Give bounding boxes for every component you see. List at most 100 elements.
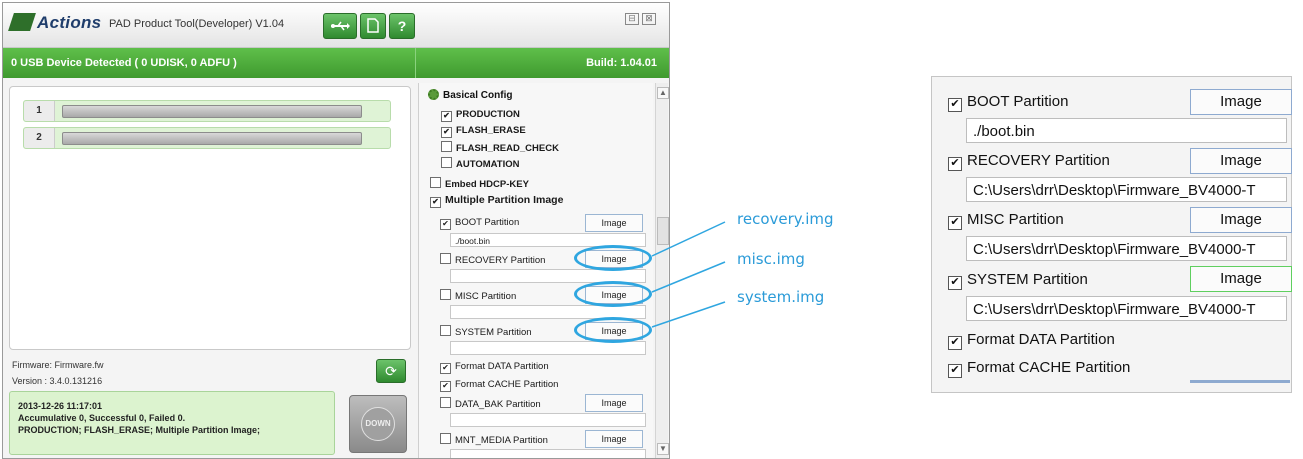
highlight-ring-recovery [574,245,652,271]
checkbox-icon: ✔ [948,364,962,378]
checkbox-icon: ✔ [440,219,451,230]
flash-read-check-checkbox[interactable]: FLASH_READ_CHECK [441,141,559,154]
mnt-media-image-button[interactable]: Image [585,430,643,448]
checkbox-label: DATA_BAK Partition [455,399,541,410]
minimize-icon[interactable]: ⊟ [625,13,639,25]
production-checkbox[interactable]: ✔ PRODUCTION [441,109,520,122]
scroll-down-icon[interactable]: ▼ [657,443,669,455]
slot-number: 1 [24,101,55,121]
help-button[interactable]: ? [389,13,415,39]
zoom-format-cache-checkbox[interactable]: ✔ Format CACHE Partition [948,359,1130,378]
checkbox-icon: ✔ [430,197,441,208]
mnt-media-path-field[interactable] [450,449,646,458]
checkbox-label: Embed HDCP-KEY [445,179,529,190]
zoom-boot-checkbox[interactable]: ✔ BOOT Partition [948,93,1068,112]
boot-image-button[interactable]: Image [585,214,643,232]
firmware-version: Version : 3.4.0.131216 [12,376,103,386]
usb-button[interactable] [323,13,357,39]
zoom-recovery-checkbox[interactable]: ✔ RECOVERY Partition [948,152,1110,171]
checkbox-label: Multiple Partition Image [445,194,564,206]
gear-icon [428,89,439,100]
close-icon[interactable]: ⊠ [642,13,656,25]
scroll-up-icon[interactable]: ▲ [657,87,669,99]
zoom-next-button-edge [1190,380,1290,383]
embed-hdcp-checkbox[interactable]: Embed HDCP-KEY [430,177,529,190]
slot-progress-bar [62,105,362,118]
mnt-media-partition-checkbox[interactable]: MNT_MEDIA Partition [440,433,548,446]
app-title: PAD Product Tool(Developer) V1.04 [109,18,285,30]
status-bar: 0 USB Device Detected ( 0 UDISK, 0 ADFU … [3,48,669,78]
recovery-partition-checkbox[interactable]: RECOVERY Partition [440,253,545,266]
down-button[interactable]: DOWN [349,395,407,453]
checkbox-icon: ✔ [441,127,452,138]
config-scrollbar[interactable]: ▲ ▼ [655,83,669,458]
zoom-recovery-path-field[interactable]: C:\Users\drr\Desktop\Firmware_BV4000-T [966,177,1287,202]
flash-erase-checkbox[interactable]: ✔ FLASH_ERASE [441,125,526,138]
zoom-format-data-checkbox[interactable]: ✔ Format DATA Partition [948,331,1115,350]
status-divider [415,48,416,78]
checkbox-icon [440,253,451,264]
checkbox-icon: ✔ [948,216,962,230]
checkbox-icon [440,289,451,300]
checkbox-icon: ✔ [948,98,962,112]
boot-partition-checkbox[interactable]: ✔ BOOT Partition [440,217,519,230]
checkbox-icon: ✔ [948,336,962,350]
zoom-system-checkbox[interactable]: ✔ SYSTEM Partition [948,271,1088,290]
checkbox-label: MNT_MEDIA Partition [455,435,548,446]
data-bak-path-field[interactable] [450,413,646,427]
checkbox-label: AUTOMATION [456,159,520,170]
device-slot-list: 1 2 [9,86,411,350]
app-window: Actions PAD Product Tool(Developer) V1.0… [2,2,670,459]
data-bak-partition-checkbox[interactable]: DATA_BAK Partition [440,397,541,410]
device-slot[interactable]: 1 [23,100,391,122]
zoom-boot-path-field[interactable]: ./boot.bin [966,118,1287,143]
scroll-thumb[interactable] [657,217,669,245]
checkbox-icon [440,325,451,336]
config-title: Basical Config [428,89,512,101]
document-icon [367,18,379,33]
automation-checkbox[interactable]: AUTOMATION [441,157,520,170]
slot-number: 2 [24,128,55,148]
checkbox-label: Format DATA Partition [455,361,549,372]
refresh-icon: ⟳ [385,363,397,379]
checkbox-icon: ✔ [440,381,451,392]
refresh-button[interactable]: ⟳ [376,359,406,383]
zoom-system-image-button[interactable]: Image [1190,266,1292,292]
slot-progress-bar [62,132,362,145]
zoom-boot-image-button[interactable]: Image [1190,89,1292,115]
data-bak-image-button[interactable]: Image [585,394,643,412]
system-path-field[interactable] [450,341,646,355]
zoomed-partition-panel: ✔ BOOT Partition Image ./boot.bin ✔ RECOVE… [931,76,1292,393]
checkbox-icon: ✔ [948,276,962,290]
annotation-system-img: system.img [737,288,825,306]
actions-logo: Actions [8,13,101,33]
checkbox-label: SYSTEM Partition [967,271,1088,288]
checkbox-icon: ✔ [440,363,451,374]
checkbox-label: RECOVERY Partition [455,255,546,266]
checkbox-icon [430,177,441,188]
format-data-checkbox[interactable]: ✔ Format DATA Partition [440,361,549,374]
annotation-misc-img: misc.img [737,250,805,268]
checkbox-label: BOOT Partition [455,217,520,228]
build-version: Build: 1.04.01 [586,57,657,69]
log-timestamp: 2013-12-26 11:17:01 [18,401,103,411]
checkbox-label: Format DATA Partition [967,331,1115,348]
usb-status-text: 0 USB Device Detected ( 0 UDISK, 0 ADFU … [11,57,237,69]
firmware-file: Firmware: Firmware.fw [12,360,104,370]
multiple-partition-checkbox[interactable]: ✔ Multiple Partition Image [430,194,563,208]
logo-icon [8,13,36,31]
format-cache-checkbox[interactable]: ✔ Format CACHE Partition [440,379,558,392]
document-button[interactable] [360,13,386,39]
zoom-system-path-field[interactable]: C:\Users\drr\Desktop\Firmware_BV4000-T [966,296,1287,321]
checkbox-icon [440,397,451,408]
misc-partition-checkbox[interactable]: MISC Partition [440,289,516,302]
system-partition-checkbox[interactable]: SYSTEM Partition [440,325,532,338]
device-slot[interactable]: 2 [23,127,391,149]
zoom-recovery-image-button[interactable]: Image [1190,148,1292,174]
zoom-misc-image-button[interactable]: Image [1190,207,1292,233]
zoom-misc-checkbox[interactable]: ✔ MISC Partition [948,211,1064,230]
log-options: PRODUCTION; FLASH_ERASE; Multiple Partit… [18,425,261,435]
zoom-misc-path-field[interactable]: C:\Users\drr\Desktop\Firmware_BV4000-T [966,236,1287,261]
checkbox-label: RECOVERY Partition [967,152,1110,169]
checkbox-icon [441,157,452,168]
